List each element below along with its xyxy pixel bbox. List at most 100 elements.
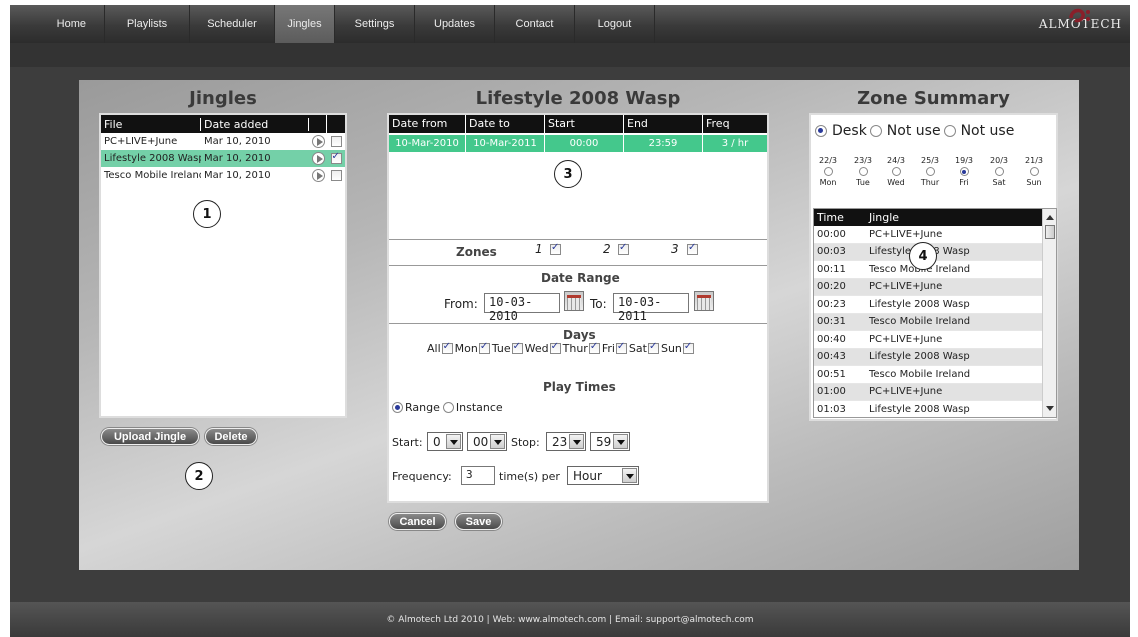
zone-3-checkbox[interactable]	[687, 242, 698, 255]
play-icon[interactable]	[311, 169, 325, 182]
jingle-checkbox[interactable]	[330, 136, 342, 147]
zone-jingle-table: Time Jingle 00:00 PC+LIVE+June 00:03 Lifes…	[813, 208, 1057, 418]
day-radio[interactable]	[1029, 167, 1039, 176]
day-sun-label: Sun	[660, 342, 682, 355]
instance-radio[interactable]	[442, 402, 454, 413]
delete-button[interactable]: Delete	[205, 428, 257, 445]
cancel-button[interactable]: Cancel	[389, 513, 446, 530]
day-fri-checkbox[interactable]	[615, 341, 627, 354]
jingle-date: Mar 10, 2010	[204, 153, 271, 164]
calendar-icon[interactable]	[694, 291, 714, 311]
zone-3-label: Not use	[960, 123, 1015, 139]
jingle-row[interactable]: Lifestyle 2008 Wasp Mar 10, 2010	[101, 150, 345, 167]
table-row: 00:40 PC+LIVE+June	[814, 331, 1042, 349]
chevron-down-icon	[490, 434, 505, 449]
day-sat-checkbox[interactable]	[647, 341, 659, 354]
nav-logout[interactable]: Logout	[575, 5, 655, 43]
callout-marker-4: 4	[909, 242, 937, 270]
stop-label: Stop:	[511, 436, 540, 449]
save-button[interactable]: Save	[455, 513, 502, 530]
day-mon-checkbox[interactable]	[478, 341, 490, 354]
day-tue-label: Tue	[491, 342, 511, 355]
per-label: time(s) per	[499, 470, 560, 483]
start-hour-select[interactable]: 0	[427, 432, 463, 451]
day-radio[interactable]	[891, 167, 901, 176]
upload-jingle-button[interactable]: Upload Jingle	[101, 428, 199, 445]
schedule-from: 10-Mar-2010	[389, 135, 466, 152]
stop-hour-select[interactable]: 23	[546, 432, 586, 451]
zone-summary-panel: Desk Not use Not use 22/3 Mon 23/3 Tue 24/…	[809, 113, 1058, 421]
day-tue-checkbox[interactable]	[511, 341, 523, 354]
play-mode: Range Instance	[392, 401, 503, 414]
day-radio[interactable]	[925, 167, 935, 176]
col-freq: Freq	[706, 117, 730, 130]
nav-contact[interactable]: Contact	[495, 5, 575, 43]
day-all-label: All	[427, 342, 441, 355]
jingle-checkbox[interactable]	[330, 151, 342, 164]
day-selector-thur[interactable]: 25/3 Thur	[915, 155, 945, 188]
day-radio[interactable]	[823, 167, 833, 176]
nav-jingles[interactable]: Jingles	[275, 5, 335, 43]
day-radio[interactable]	[994, 167, 1004, 176]
zone-summary-title: Zone Summary	[857, 88, 1010, 109]
jingle-row[interactable]: Tesco Mobile Ireland Mar 10, 2010	[101, 167, 345, 184]
zone-2-checkbox[interactable]	[618, 242, 629, 255]
day-selector-mon[interactable]: 22/3 Mon	[813, 155, 843, 188]
day-selector-wed[interactable]: 24/3 Wed	[881, 155, 911, 188]
nav-home[interactable]: Home	[10, 5, 105, 43]
frequency-input[interactable]: 3	[461, 466, 495, 485]
range-label: Range	[405, 401, 440, 414]
table-row: 00:20 PC+LIVE+June	[814, 278, 1042, 296]
play-icon[interactable]	[311, 152, 325, 165]
play-icon[interactable]	[311, 135, 325, 148]
jingle-file: PC+LIVE+June	[104, 136, 178, 147]
nav-settings[interactable]: Settings	[335, 5, 415, 43]
range-radio[interactable]	[392, 402, 403, 413]
sub-header-band	[10, 43, 1130, 67]
zone-3-label: 3	[671, 242, 679, 256]
day-selector-fri[interactable]: 19/3 Fri	[949, 155, 979, 188]
stop-minute-select[interactable]: 59	[590, 432, 630, 451]
day-radio[interactable]	[959, 167, 969, 176]
nav-updates[interactable]: Updates	[415, 5, 495, 43]
nav-scheduler[interactable]: Scheduler	[190, 5, 275, 43]
day-selector-sat[interactable]: 20/3 Sat	[984, 155, 1014, 188]
jingles-header: File Date added	[101, 115, 345, 133]
table-row: 00:31 Tesco Mobile Ireland	[814, 313, 1042, 331]
scroll-up-icon[interactable]	[1046, 215, 1054, 220]
days-label: Days	[563, 328, 596, 342]
day-all-checkbox[interactable]	[441, 341, 453, 354]
scroll-down-icon[interactable]	[1046, 406, 1054, 411]
day-sun-checkbox[interactable]	[682, 341, 694, 354]
date-from-input[interactable]: 10-03-2010	[484, 293, 560, 323]
schedule-to: 10-Mar-2011	[466, 135, 545, 152]
nav-playlists[interactable]: Playlists	[105, 5, 190, 43]
jingle-checkbox[interactable]	[330, 170, 342, 181]
table-row: 01:03 Lifestyle 2008 Wasp	[814, 401, 1042, 417]
zone-3-radio[interactable]	[943, 125, 956, 137]
day-selector-tue[interactable]: 23/3 Tue	[848, 155, 878, 188]
from-label: From:	[444, 297, 478, 311]
zone-table-scrollbar[interactable]	[1042, 209, 1056, 417]
zone-1-checkbox[interactable]	[550, 242, 561, 255]
calendar-icon[interactable]	[564, 291, 584, 311]
frequency-unit-select[interactable]: Hour	[567, 466, 639, 485]
col-end: End	[624, 115, 703, 133]
zone-2-radio[interactable]	[869, 125, 882, 137]
schedule-start: 00:00	[545, 135, 624, 152]
jingles-title: Jingles	[189, 88, 257, 109]
zone-selector: Desk Not use Not use	[815, 123, 1014, 139]
schedule-row[interactable]: 10-Mar-2010 10-Mar-2011 00:00 23:59 3 / …	[389, 135, 767, 152]
table-row: 01:00 PC+LIVE+June	[814, 383, 1042, 401]
col-jingle: Jingle	[869, 211, 900, 224]
jingle-row[interactable]: PC+LIVE+June Mar 10, 2010	[101, 133, 345, 150]
day-radio[interactable]	[858, 167, 868, 176]
zone-1-label: 1	[535, 242, 543, 256]
day-selector-sun[interactable]: 21/3 Sun	[1019, 155, 1049, 188]
day-wed-checkbox[interactable]	[549, 341, 561, 354]
date-to-input[interactable]: 10-03-2011	[613, 293, 689, 323]
day-thur-checkbox[interactable]	[588, 341, 600, 354]
zone-desk-radio[interactable]	[815, 125, 827, 137]
scroll-thumb[interactable]	[1045, 225, 1055, 239]
start-minute-select[interactable]: 00	[467, 432, 507, 451]
